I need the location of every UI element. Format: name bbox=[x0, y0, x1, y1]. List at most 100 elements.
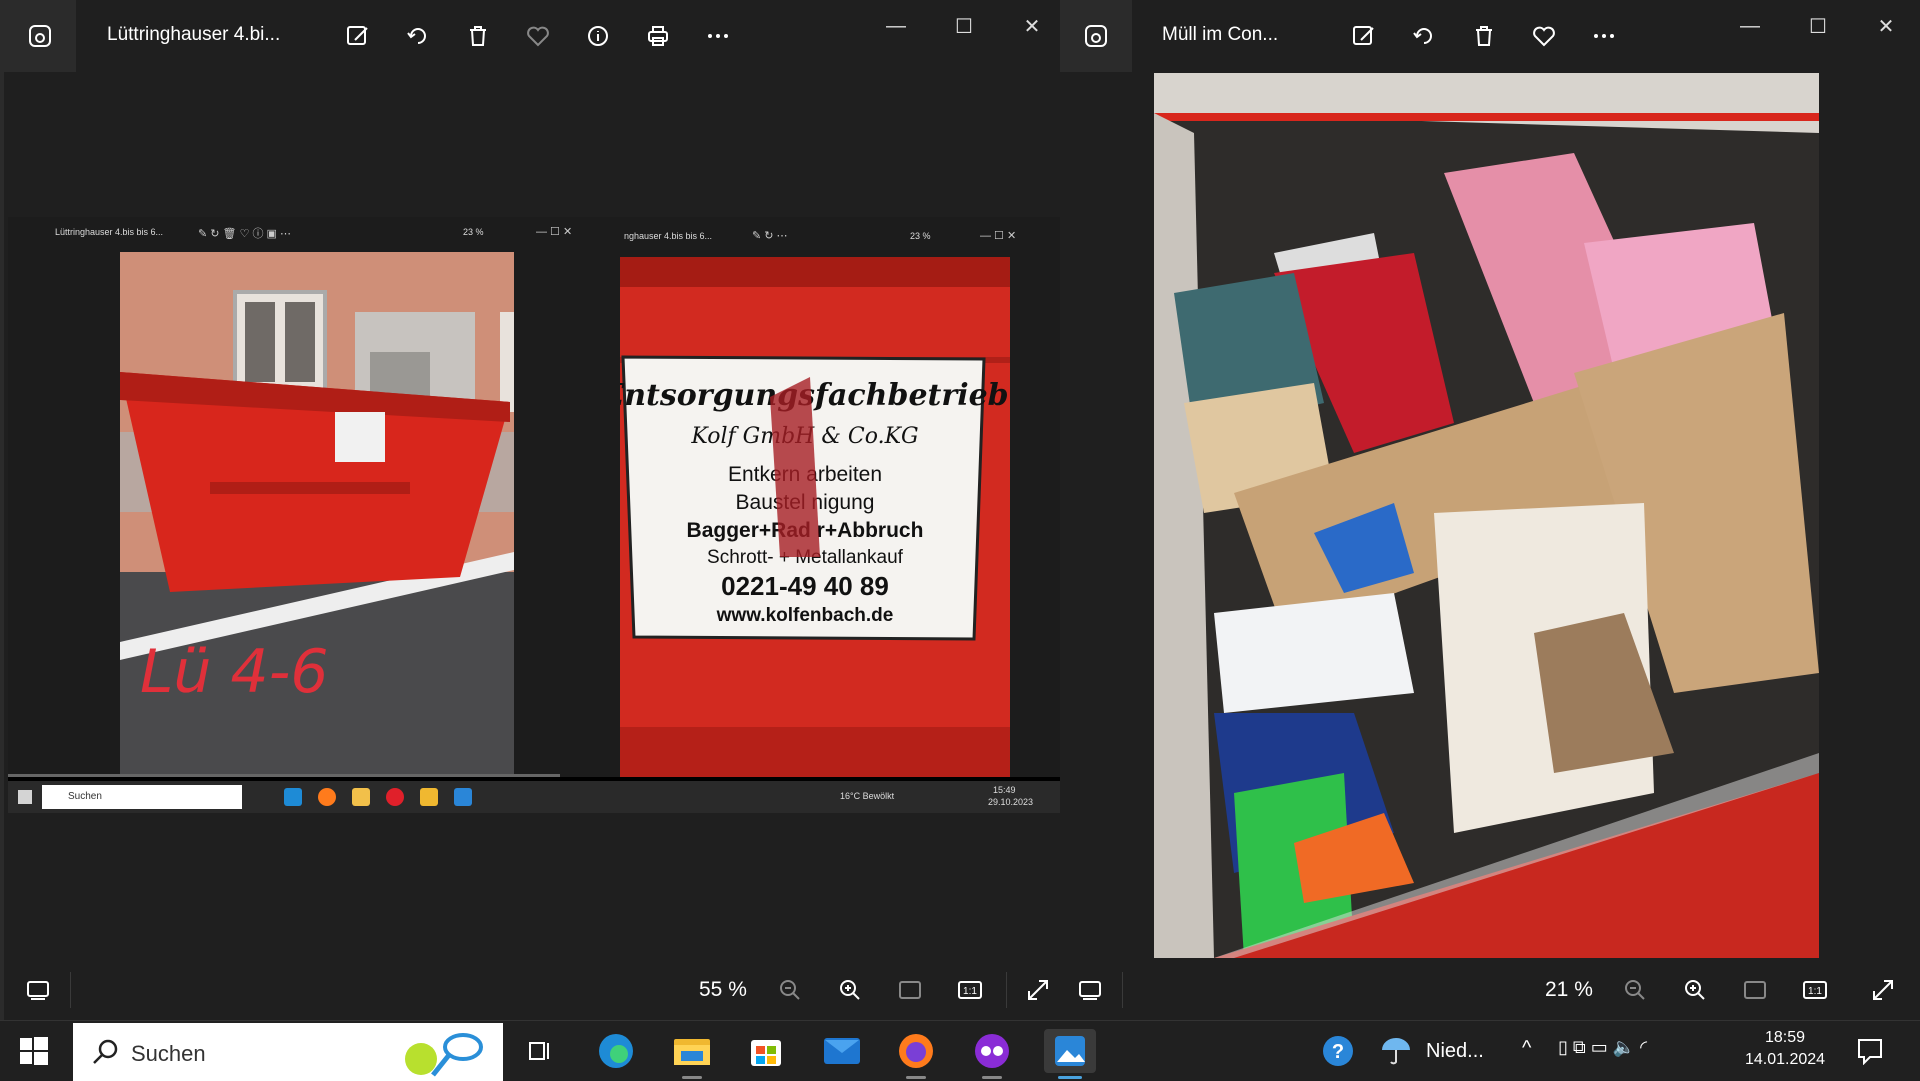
tennis-icon bbox=[405, 1033, 483, 1077]
photos-window-right: Müll im Con... — ☐ ✕ 21 % 1:1 bbox=[1060, 0, 1920, 1020]
actual-size-icon: 1:1 bbox=[958, 981, 982, 999]
photos-app-icon[interactable] bbox=[4, 0, 76, 72]
window-title: Lüttringhauser 4.bi... bbox=[107, 24, 281, 45]
zoom-out-icon bbox=[1625, 980, 1645, 1000]
inner-win-controls: — ☐ ✕ bbox=[536, 226, 573, 238]
delete-button-right[interactable] bbox=[1464, 16, 1504, 56]
edge-taskbar-button[interactable] bbox=[594, 1029, 638, 1073]
tray-overflow-icon[interactable]: ^ bbox=[1522, 1037, 1531, 1060]
zoom-level-right: 21 % bbox=[1545, 978, 1593, 1001]
rotate-icon bbox=[1413, 28, 1432, 44]
taskbar-search[interactable]: Suchen bbox=[73, 1023, 503, 1081]
mask-app-icon bbox=[975, 1034, 1009, 1068]
clock[interactable]: 18:59 14.01.2024 bbox=[1745, 1027, 1825, 1071]
info-button[interactable] bbox=[578, 16, 618, 56]
actual-size-button[interactable]: 1:1 bbox=[950, 972, 990, 1008]
notification-icon bbox=[1858, 1039, 1882, 1065]
inner-edge-icon bbox=[284, 788, 302, 806]
edit-image-button-right[interactable] bbox=[1344, 16, 1384, 56]
close-button-right[interactable]: ✕ bbox=[1856, 6, 1916, 46]
task-view-button[interactable] bbox=[518, 1029, 562, 1073]
filmstrip-icon bbox=[27, 981, 49, 1000]
search-label: Suchen bbox=[131, 1041, 206, 1066]
filmstrip-icon bbox=[1079, 981, 1101, 1000]
edit-image-button[interactable] bbox=[338, 16, 378, 56]
fit-button-right[interactable] bbox=[1735, 972, 1775, 1008]
windows-start-icon[interactable] bbox=[20, 1037, 48, 1065]
firefox-taskbar-button[interactable] bbox=[894, 1029, 938, 1079]
photo-screenshot: Lüttringhauser 4.bis bis 6... ✎ ↻ 🗑 ♡ ⓘ … bbox=[8, 217, 1060, 813]
weather-text[interactable]: Nied... bbox=[1426, 1040, 1484, 1063]
weather-button[interactable] bbox=[1374, 1029, 1418, 1073]
delete-button[interactable] bbox=[458, 16, 498, 56]
trash-icon bbox=[470, 26, 486, 46]
inner-start-icon bbox=[18, 790, 32, 804]
zoom-in-button[interactable] bbox=[830, 972, 870, 1008]
minimize-button-right[interactable]: — bbox=[1720, 6, 1780, 46]
expand-icon bbox=[1028, 980, 1048, 1000]
zoom-out-button-right[interactable] bbox=[1615, 972, 1655, 1008]
fullscreen-button[interactable] bbox=[1018, 972, 1058, 1008]
rotate-button-right[interactable] bbox=[1404, 16, 1444, 56]
fullscreen-button-right[interactable] bbox=[1863, 972, 1903, 1008]
mail-taskbar-button[interactable] bbox=[820, 1029, 864, 1073]
photos-icon bbox=[1055, 1036, 1085, 1066]
fit-button[interactable] bbox=[890, 972, 930, 1008]
search-icon bbox=[93, 1039, 118, 1064]
trash-container-photo bbox=[1154, 73, 1819, 958]
window-title-right: Müll im Con... bbox=[1162, 24, 1279, 45]
inner-weather: 16°C Bewölkt bbox=[840, 791, 895, 801]
inner-zoom-2: 23 % bbox=[910, 231, 931, 241]
titlebar: Lüttringhauser 4.bi... — ☐ ✕ bbox=[4, 0, 1060, 72]
filmstrip-button-right[interactable] bbox=[1070, 972, 1110, 1008]
help-icon: ? bbox=[1323, 1036, 1353, 1066]
task-view-icon bbox=[529, 1042, 549, 1060]
edit-icon bbox=[1353, 26, 1374, 45]
sign-photo: Entsorgungsfachbetrieb Kolf GmbH & Co.KG… bbox=[620, 257, 1010, 777]
more-button-right[interactable] bbox=[1584, 16, 1624, 56]
titlebar-right: Müll im Con... — ☐ ✕ bbox=[1060, 0, 1920, 72]
edit-icon bbox=[347, 26, 368, 45]
filmstrip-button[interactable] bbox=[18, 972, 58, 1008]
inner-explorer-icon bbox=[420, 788, 438, 806]
inner-zoom-1: 23 % bbox=[463, 227, 484, 237]
ellipsis-icon bbox=[708, 34, 728, 38]
notifications-button[interactable] bbox=[1848, 1029, 1892, 1073]
folder-icon bbox=[674, 1039, 710, 1065]
favorite-button-right[interactable] bbox=[1524, 16, 1564, 56]
svg-text:1:1: 1:1 bbox=[1808, 986, 1822, 997]
inner-title-2: nghauser 4.bis bis 6... bbox=[624, 231, 713, 241]
firefox-icon bbox=[899, 1034, 933, 1068]
inner-date: 29.10.2023 bbox=[988, 797, 1034, 807]
close-button[interactable]: ✕ bbox=[1002, 6, 1060, 46]
maximize-button[interactable]: ☐ bbox=[934, 6, 994, 46]
heart-icon bbox=[527, 26, 549, 47]
svg-text:1:1: 1:1 bbox=[963, 986, 977, 997]
zoom-in-button-right[interactable] bbox=[1675, 972, 1715, 1008]
container-photo: Lü 4-6 bbox=[120, 252, 514, 777]
store-taskbar-button[interactable] bbox=[744, 1029, 788, 1073]
zoom-in-icon bbox=[1685, 980, 1705, 1000]
umbrella-icon bbox=[1382, 1038, 1410, 1065]
maximize-button-right[interactable]: ☐ bbox=[1788, 6, 1848, 46]
help-button[interactable]: ? bbox=[1316, 1029, 1360, 1073]
inner-title-1: Lüttringhauser 4.bis bis 6... bbox=[55, 227, 164, 237]
vpn-taskbar-button[interactable] bbox=[970, 1029, 1014, 1079]
inner-time: 15:49 bbox=[993, 785, 1016, 795]
actual-size-button-right[interactable]: 1:1 bbox=[1795, 972, 1835, 1008]
store-icon bbox=[751, 1040, 781, 1066]
file-explorer-taskbar-button[interactable] bbox=[670, 1029, 714, 1079]
fit-icon bbox=[899, 981, 921, 999]
tray-system-icons[interactable]: ▯ ⧉ ▭ 🔈 ◜ bbox=[1558, 1037, 1647, 1058]
print-button[interactable] bbox=[638, 16, 678, 56]
rotate-button[interactable] bbox=[398, 16, 438, 56]
favorite-button[interactable] bbox=[518, 16, 558, 56]
photos-taskbar-button[interactable] bbox=[1044, 1029, 1096, 1079]
zoom-out-icon bbox=[780, 980, 800, 1000]
minimize-button[interactable]: — bbox=[866, 6, 926, 46]
clock-date: 14.01.2024 bbox=[1745, 1051, 1826, 1068]
more-button[interactable] bbox=[698, 16, 738, 56]
inner-search: Suchen bbox=[42, 785, 242, 809]
zoom-out-button[interactable] bbox=[770, 972, 810, 1008]
photos-app-icon-right[interactable] bbox=[1060, 0, 1132, 72]
